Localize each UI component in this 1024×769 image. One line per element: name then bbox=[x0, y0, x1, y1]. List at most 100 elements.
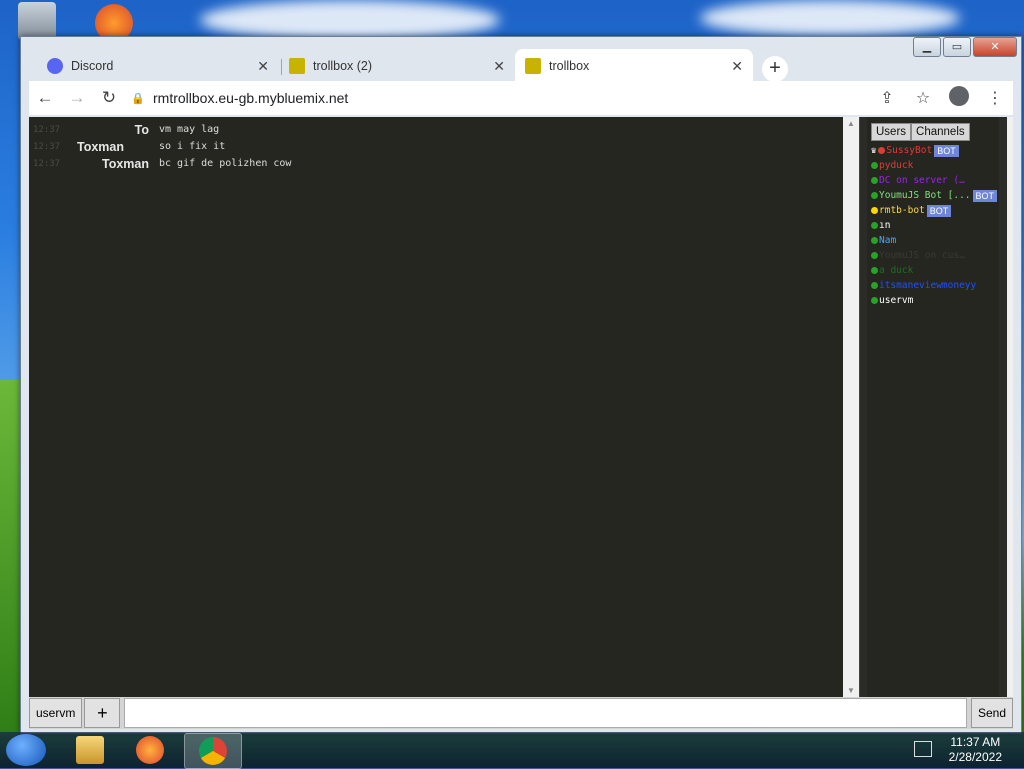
status-dot-icon bbox=[871, 252, 878, 259]
user-name: YoumuJS on cus… bbox=[879, 250, 965, 261]
chat-message: 12:37 Toxman so i fix it bbox=[29, 138, 859, 155]
forward-icon[interactable]: → bbox=[61, 88, 93, 108]
tab-trollbox[interactable]: trollbox ✕ bbox=[515, 49, 753, 83]
message-time: 12:37 bbox=[33, 141, 61, 152]
status-dot-icon bbox=[871, 237, 878, 244]
tab-trollbox-2[interactable]: trollbox (2) ✕ bbox=[279, 49, 515, 83]
toolbar-actions: ⇪ ☆ ⋮ bbox=[869, 85, 1013, 111]
chat-message: 12:37 To vm may lag bbox=[29, 121, 859, 138]
message-text: bc gif de polizhen cow bbox=[159, 158, 292, 169]
user-pane-tabs: Users Channels bbox=[867, 117, 999, 141]
message-input-bar: uservm + Send bbox=[29, 697, 1013, 729]
crown-icon: ♛ bbox=[871, 145, 877, 156]
status-dot-icon bbox=[871, 222, 878, 229]
discord-icon bbox=[47, 58, 63, 74]
bot-badge: BOT bbox=[926, 204, 952, 217]
trollbox-app: 12:37 To vm may lag 12:37 Toxman so i fi… bbox=[29, 117, 1013, 729]
status-dot-icon bbox=[871, 267, 878, 274]
trollbox-icon bbox=[525, 58, 541, 74]
user-name: YoumuJS Bot [... bbox=[879, 190, 971, 201]
share-icon[interactable]: ⇪ bbox=[869, 88, 905, 108]
close-tab-icon[interactable]: ✕ bbox=[731, 58, 743, 75]
taskbar-firefox[interactable] bbox=[122, 733, 178, 767]
user-list-scrollbar[interactable] bbox=[1007, 117, 1013, 697]
user-list-item[interactable]: ın bbox=[871, 218, 999, 233]
tab-users[interactable]: Users bbox=[871, 123, 912, 141]
taskbar-chrome[interactable] bbox=[184, 733, 242, 769]
user-name: Nam bbox=[879, 235, 897, 246]
taskbar: 11:37 AM 2/28/2022 bbox=[0, 732, 1024, 769]
message-nick[interactable]: To bbox=[73, 123, 159, 137]
user-list-item[interactable]: uservm bbox=[871, 293, 999, 308]
user-name: SussyBot bbox=[886, 145, 933, 156]
browser-window: ▁ ▭ ✕ Discord ✕ trollbox (2) ✕ trollbox … bbox=[20, 36, 1022, 734]
tab-label: trollbox (2) bbox=[313, 59, 373, 73]
message-nick[interactable]: Toxman bbox=[73, 140, 159, 154]
user-list-item[interactable]: rmtb-bot BOT bbox=[871, 203, 999, 218]
user-list-item[interactable]: itsmaneviewmoneyy bbox=[871, 278, 999, 293]
close-tab-icon[interactable]: ✕ bbox=[493, 58, 505, 75]
status-dot-icon bbox=[878, 147, 886, 154]
user-list-item[interactable]: YoumuJS Bot [... BOT bbox=[871, 188, 999, 203]
send-button[interactable]: Send bbox=[970, 698, 1013, 728]
tab-label: trollbox bbox=[549, 59, 590, 73]
scroll-down-icon[interactable]: ▼ bbox=[843, 686, 859, 695]
lock-icon: 🔒 bbox=[131, 92, 145, 105]
firefox-icon bbox=[136, 736, 164, 764]
desktop-cloud bbox=[200, 0, 500, 40]
user-list-item[interactable]: Nam bbox=[871, 233, 999, 248]
message-nick[interactable]: Toxman bbox=[73, 157, 159, 171]
taskbar-explorer[interactable] bbox=[62, 733, 118, 767]
new-tab-button[interactable]: + bbox=[762, 56, 788, 82]
user-list-item[interactable]: YoumuJS on cus… bbox=[871, 248, 999, 263]
clock-date: 2/28/2022 bbox=[948, 750, 1002, 764]
user-pane: Users Channels ♛ SussyBot BOT pyduck DC on s… bbox=[867, 117, 999, 697]
back-icon[interactable]: ← bbox=[29, 88, 61, 108]
chat-scrollbar[interactable]: ▲ ▼ bbox=[843, 117, 859, 697]
bot-badge: BOT bbox=[934, 144, 959, 157]
user-list-item[interactable]: a duck bbox=[871, 263, 999, 278]
message-input[interactable] bbox=[124, 698, 967, 728]
start-button[interactable] bbox=[6, 734, 46, 766]
user-name: DC on server (… bbox=[879, 175, 965, 186]
bot-badge: BOT bbox=[972, 189, 998, 202]
avatar bbox=[949, 85, 969, 106]
user-list-item[interactable]: ♛ SussyBot BOT bbox=[871, 143, 999, 158]
folder-icon bbox=[76, 736, 104, 764]
user-list-item[interactable]: pyduck bbox=[871, 158, 999, 173]
browser-toolbar: ← → ↻ 🔒 rmtrollbox.eu-gb.mybluemix.net ⇪… bbox=[29, 81, 1013, 115]
status-dot-icon bbox=[871, 207, 878, 214]
user-name: rmtb-bot bbox=[879, 205, 925, 216]
close-tab-icon[interactable]: ✕ bbox=[257, 58, 269, 75]
message-time: 12:37 bbox=[33, 158, 61, 169]
user-name: a duck bbox=[879, 265, 914, 276]
tab-channels[interactable]: Channels bbox=[911, 123, 970, 141]
chrome-icon bbox=[199, 737, 227, 765]
url-text: rmtrollbox.eu-gb.mybluemix.net bbox=[153, 90, 349, 106]
nick-button[interactable]: uservm bbox=[29, 698, 83, 728]
status-dot-icon bbox=[871, 192, 878, 199]
reload-icon[interactable]: ↻ bbox=[93, 88, 125, 108]
tab-discord[interactable]: Discord ✕ bbox=[37, 49, 279, 83]
chat-message: 12:37 Toxman bc gif de polizhen cow bbox=[29, 155, 859, 172]
recycle-bin-icon[interactable] bbox=[18, 2, 56, 40]
clock[interactable]: 11:37 AM 2/28/2022 bbox=[949, 735, 1002, 765]
status-dot-icon bbox=[871, 162, 878, 169]
bookmark-star-icon[interactable]: ☆ bbox=[905, 88, 941, 108]
desktop-cloud bbox=[700, 0, 960, 36]
user-name: ın bbox=[879, 220, 891, 231]
user-list: ♛ SussyBot BOT pyduck DC on server (… YoumuJS… bbox=[867, 141, 999, 308]
attach-plus-button[interactable]: + bbox=[84, 698, 121, 728]
trollbox-icon bbox=[289, 58, 305, 74]
clock-time: 11:37 AM bbox=[950, 735, 1001, 749]
network-icon[interactable] bbox=[914, 741, 932, 757]
profile-icon[interactable] bbox=[941, 85, 977, 111]
scroll-up-icon[interactable]: ▲ bbox=[843, 119, 859, 128]
message-time: 12:37 bbox=[33, 124, 61, 135]
tab-strip: Discord ✕ trollbox (2) ✕ trollbox ✕ + bbox=[29, 45, 1021, 83]
menu-kebab-icon[interactable]: ⋮ bbox=[977, 88, 1013, 108]
user-list-item[interactable]: DC on server (… bbox=[871, 173, 999, 188]
user-name: itsmaneviewmoneyy bbox=[879, 280, 977, 291]
address-bar[interactable]: 🔒 rmtrollbox.eu-gb.mybluemix.net bbox=[131, 84, 869, 112]
user-name: pyduck bbox=[879, 160, 914, 171]
